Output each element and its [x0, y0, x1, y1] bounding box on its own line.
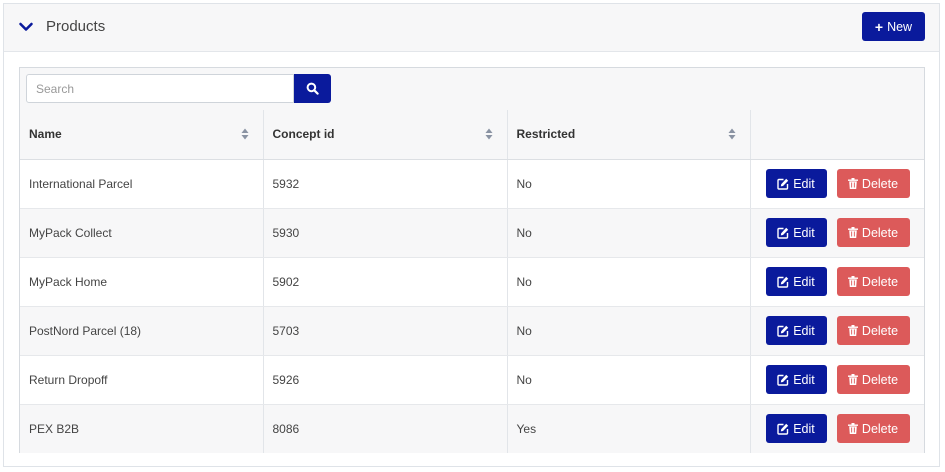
cell-restricted: No	[507, 257, 751, 307]
cell-actions: Edit Delete	[750, 404, 924, 453]
panel-title: Products	[46, 18, 106, 35]
edit-icon	[777, 178, 789, 190]
edit-icon	[777, 325, 789, 337]
delete-button-label: Delete	[861, 225, 899, 240]
table-row: Return Dropoff 5926 No Edit Delete	[20, 355, 924, 405]
table-row: International Parcel 5932 No Edit Delete	[20, 159, 924, 209]
search-bar	[20, 68, 924, 111]
cell-concept-id: 5703	[263, 306, 508, 356]
edit-button[interactable]: Edit	[765, 316, 827, 345]
chevron-down-icon[interactable]	[18, 19, 34, 35]
delete-button-label: Delete	[861, 323, 899, 338]
column-label: Concept id	[272, 127, 335, 142]
cell-actions: Edit Delete	[750, 208, 924, 258]
table-row: MyPack Home 5902 No Edit Delete	[20, 257, 924, 307]
column-header-concept-id[interactable]: Concept id	[263, 110, 508, 160]
edit-icon	[777, 423, 789, 435]
sort-icon[interactable]	[728, 128, 736, 140]
cell-name: MyPack Collect	[20, 208, 264, 258]
edit-button-label: Edit	[793, 323, 815, 338]
cell-concept-id: 8086	[263, 404, 508, 453]
table-row: PostNord Parcel (18) 5703 No Edit Delete	[20, 306, 924, 356]
cell-concept-id: 5930	[263, 208, 508, 258]
new-button-label: New	[887, 19, 913, 34]
trash-icon	[847, 227, 858, 238]
delete-button[interactable]: Delete	[836, 218, 910, 247]
new-button[interactable]: + New	[862, 12, 925, 41]
cell-restricted: Yes	[507, 404, 751, 453]
panel-header: Products + New	[4, 4, 939, 52]
cell-restricted: No	[507, 159, 751, 209]
edit-button-label: Edit	[793, 421, 815, 436]
row-actions: Edit Delete	[760, 267, 916, 296]
edit-button[interactable]: Edit	[765, 169, 827, 198]
row-actions: Edit Delete	[760, 316, 916, 345]
trash-icon	[847, 178, 858, 189]
column-header-actions	[750, 110, 924, 160]
cell-restricted: No	[507, 355, 751, 405]
delete-button[interactable]: Delete	[836, 169, 910, 198]
trash-icon	[847, 276, 858, 287]
cell-restricted: No	[507, 306, 751, 356]
cell-restricted: No	[507, 208, 751, 258]
edit-button-label: Edit	[793, 372, 815, 387]
search-button[interactable]	[294, 74, 331, 103]
cell-actions: Edit Delete	[750, 159, 924, 209]
edit-button[interactable]: Edit	[765, 267, 827, 296]
trash-icon	[847, 325, 858, 336]
sort-icon[interactable]	[485, 128, 493, 140]
delete-button-label: Delete	[861, 176, 899, 191]
plus-icon: +	[874, 18, 884, 35]
delete-button[interactable]: Delete	[836, 267, 910, 296]
products-table-container: Name Concept id Restricted	[19, 67, 925, 453]
cell-actions: Edit Delete	[750, 306, 924, 356]
table-header-row: Name Concept id Restricted	[20, 110, 924, 160]
search-input[interactable]	[26, 74, 294, 103]
edit-button[interactable]: Edit	[765, 218, 827, 247]
products-panel: Products + New Name	[3, 3, 940, 467]
edit-button-label: Edit	[793, 176, 815, 191]
row-actions: Edit Delete	[760, 218, 916, 247]
delete-button[interactable]: Delete	[836, 414, 910, 444]
row-actions: Edit Delete	[760, 414, 916, 444]
edit-icon	[777, 276, 789, 288]
edit-button-label: Edit	[793, 274, 815, 289]
search-icon	[306, 82, 319, 95]
column-header-restricted[interactable]: Restricted	[507, 110, 751, 160]
column-label: Restricted	[516, 127, 576, 142]
row-actions: Edit Delete	[760, 169, 916, 198]
delete-button-label: Delete	[861, 274, 899, 289]
column-header-name[interactable]: Name	[20, 110, 264, 160]
row-actions: Edit Delete	[760, 365, 916, 394]
cell-actions: Edit Delete	[750, 257, 924, 307]
table-row: PEX B2B 8086 Yes Edit Delete	[20, 404, 924, 453]
cell-name: PEX B2B	[20, 404, 264, 453]
cell-actions: Edit Delete	[750, 355, 924, 405]
cell-name: Return Dropoff	[20, 355, 264, 405]
sort-icon[interactable]	[241, 128, 249, 140]
edit-icon	[777, 374, 789, 386]
cell-name: MyPack Home	[20, 257, 264, 307]
delete-button-label: Delete	[861, 372, 899, 387]
cell-concept-id: 5902	[263, 257, 508, 307]
trash-icon	[847, 374, 858, 385]
edit-button[interactable]: Edit	[765, 365, 827, 394]
delete-button[interactable]: Delete	[836, 365, 910, 394]
cell-concept-id: 5926	[263, 355, 508, 405]
cell-concept-id: 5932	[263, 159, 508, 209]
table-row: MyPack Collect 5930 No Edit Delete	[20, 208, 924, 258]
delete-button-label: Delete	[861, 421, 899, 436]
trash-icon	[847, 423, 858, 435]
cell-name: PostNord Parcel (18)	[20, 306, 264, 356]
delete-button[interactable]: Delete	[836, 316, 910, 345]
products-table: Name Concept id Restricted International…	[20, 110, 924, 453]
edit-button-label: Edit	[793, 225, 815, 240]
cell-name: International Parcel	[20, 159, 264, 209]
edit-icon	[777, 227, 789, 239]
column-label: Name	[29, 127, 62, 142]
edit-button[interactable]: Edit	[765, 414, 827, 444]
